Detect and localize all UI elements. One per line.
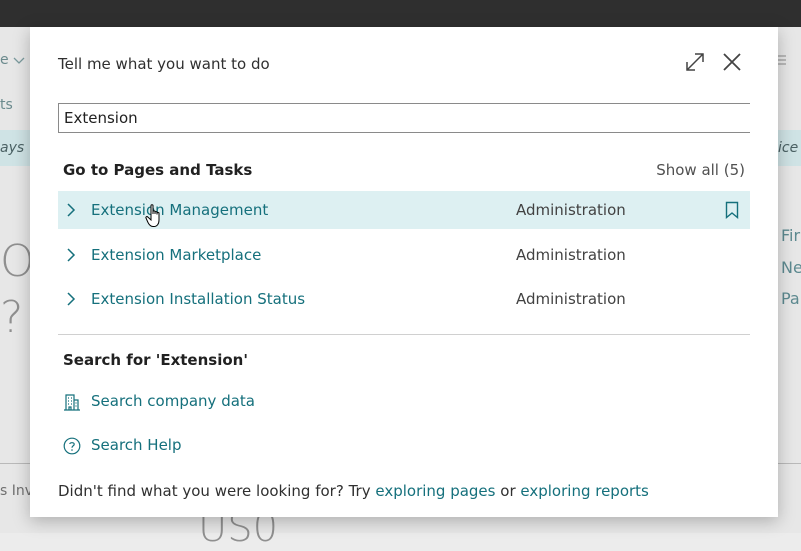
show-all-link[interactable]: Show all (5) — [656, 161, 745, 179]
result-name[interactable]: Extension Marketplace — [91, 246, 261, 264]
chevron-right-icon — [67, 292, 76, 306]
close-icon[interactable] — [721, 51, 743, 73]
bg-banner-right: ice — [778, 140, 799, 156]
search-field[interactable] — [58, 103, 750, 133]
bg-right-link-1: Fir — [781, 226, 801, 245]
search-company-data-label[interactable]: Search company data — [91, 392, 255, 410]
building-icon — [64, 394, 80, 411]
top-bar — [0, 0, 801, 27]
section-divider — [58, 334, 750, 335]
search-section-heading: Search for 'Extension' — [63, 351, 248, 369]
result-category: Administration — [516, 290, 626, 308]
hand-pointer-icon — [145, 204, 160, 227]
bg-right-link-2: Ne — [781, 258, 801, 277]
result-name[interactable]: Extension Management — [91, 201, 268, 219]
result-row-extension-installation-status[interactable]: Extension Installation Status Administra… — [58, 280, 750, 318]
bg-right-link-3: Pa — [781, 289, 800, 308]
result-row-extension-marketplace[interactable]: Extension Marketplace Administration — [58, 236, 750, 274]
dialog-title: Tell me what you want to do — [58, 55, 270, 73]
bg-menu-fragment: e — [0, 52, 9, 68]
result-name[interactable]: Extension Installation Status — [91, 290, 305, 308]
bookmark-icon[interactable] — [725, 201, 739, 219]
pages-section-heading: Go to Pages and Tasks — [63, 161, 253, 179]
bg-bottom-left: s Inv — [0, 483, 34, 499]
bg-item-fragment: ts — [0, 97, 13, 113]
chevron-right-icon — [67, 248, 76, 262]
expand-icon[interactable] — [684, 51, 706, 73]
bg-big-2: ? — [0, 292, 24, 343]
footer-middle: or — [500, 482, 516, 500]
result-category: Administration — [516, 246, 626, 264]
result-category: Administration — [516, 201, 626, 219]
exploring-pages-link[interactable]: exploring pages — [375, 482, 495, 500]
help-circle-icon — [63, 437, 81, 455]
chevron-right-icon — [67, 203, 76, 217]
bg-banner-left: ays — [0, 140, 25, 156]
dialog-footer: Didn't find what you were looking for? T… — [58, 482, 649, 500]
footer-prefix: Didn't find what you were looking for? T… — [58, 482, 371, 500]
exploring-reports-link[interactable]: exploring reports — [520, 482, 648, 500]
bg-chevron-down-icon — [13, 57, 25, 64]
search-input[interactable] — [59, 104, 750, 132]
tell-me-dialog: Tell me what you want to do Go to Pages … — [30, 27, 778, 517]
search-company-data-link[interactable]: Search company data — [63, 391, 263, 413]
search-help-label[interactable]: Search Help — [91, 436, 182, 454]
search-help-link[interactable]: Search Help — [63, 435, 223, 457]
